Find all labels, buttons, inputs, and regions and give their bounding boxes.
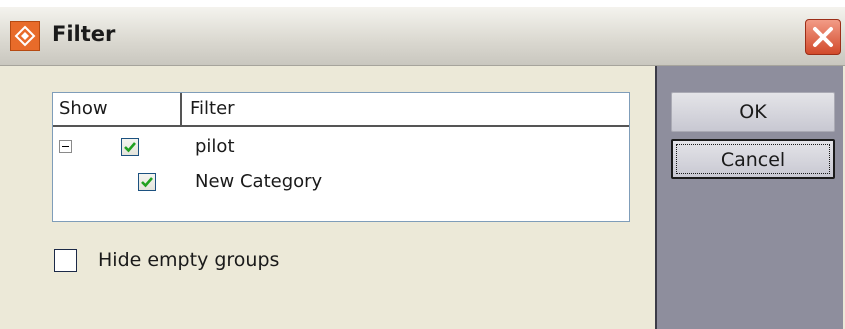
dialog-body: Show Filter pilot New Category Hide empt…	[2, 66, 843, 329]
filter-panel: Show Filter pilot New Category Hide empt…	[2, 66, 653, 329]
checkmark-icon	[124, 142, 136, 153]
close-button[interactable]	[805, 19, 841, 55]
ok-button-label: OK	[739, 101, 767, 123]
focus-ring	[676, 144, 830, 174]
hide-empty-groups-label[interactable]: Hide empty groups	[98, 249, 279, 272]
cancel-button[interactable]: Cancel	[671, 139, 835, 179]
collapse-toggle[interactable]	[59, 140, 72, 153]
app-logo-icon	[10, 21, 40, 51]
filter-dialog: Filter Show Filter pilot New Category Hi…	[0, 7, 845, 329]
window-title: Filter	[52, 22, 116, 46]
column-header-filter[interactable]: Filter	[184, 93, 235, 125]
column-header-show[interactable]: Show	[53, 93, 182, 125]
filter-tree[interactable]: Show Filter pilot New Category	[52, 92, 630, 222]
top-strip	[0, 0, 845, 7]
title-bar[interactable]: Filter	[0, 7, 845, 66]
checkmark-icon	[141, 177, 153, 188]
tree-header: Show Filter	[53, 93, 629, 127]
row-checkbox-new-category[interactable]	[138, 173, 156, 191]
row-checkbox-pilot[interactable]	[121, 138, 139, 156]
button-panel: OK Cancel	[655, 66, 843, 329]
close-icon	[813, 27, 833, 47]
ok-button[interactable]: OK	[671, 92, 835, 132]
tree-row-label-new-category[interactable]: New Category	[195, 171, 322, 193]
hide-empty-groups-checkbox[interactable]	[54, 249, 77, 272]
tree-row-label-pilot[interactable]: pilot	[195, 136, 235, 158]
